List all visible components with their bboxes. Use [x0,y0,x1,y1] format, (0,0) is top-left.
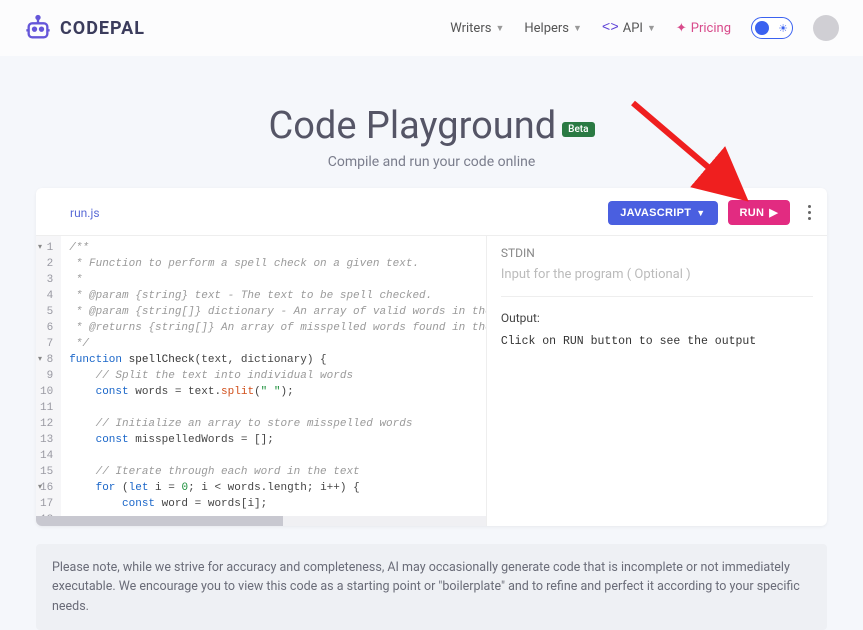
header: CODEPAL Writers ▼ Helpers ▼ <> API ▼ ✦ Pricin… [0,0,863,56]
avatar[interactable] [813,15,839,41]
language-label: JAVASCRIPT [620,207,691,219]
play-icon: ▶ [769,206,778,219]
line-gutter: 1▾2345678▾910111213141516▾171819202122 [36,236,61,526]
stdin-label: STDIN [501,246,813,260]
nav: Writers ▼ Helpers ▼ <> API ▼ ✦ Pricing ☀ [450,15,839,41]
chevron-down-icon: ▼ [696,208,705,218]
nav-api-label: API [623,21,643,36]
horizontal-scrollbar[interactable] [36,516,486,526]
braces-icon: <> [602,20,619,36]
run-button[interactable]: RUN ▶ [728,200,791,225]
stdin-input[interactable] [501,267,813,282]
io-panel: STDIN Output: Click on RUN button to see… [487,236,827,526]
divider [501,296,813,297]
disclaimer-note: Please note, while we strive for accurac… [36,544,827,630]
nav-pricing[interactable]: ✦ Pricing [676,21,731,36]
logo[interactable]: CODEPAL [24,14,145,42]
page-subtitle: Compile and run your code online [0,154,863,170]
output-label: Output: [501,311,813,325]
playground-panel: run.js JAVASCRIPT ▼ RUN ▶ 1▾2345678▾910111… [36,188,827,526]
file-tab[interactable]: run.js [70,206,100,220]
code-editor[interactable]: 1▾2345678▾910111213141516▾171819202122 /… [36,236,487,526]
toggle-knob [755,21,769,35]
output-text: Click on RUN button to see the output [501,335,813,348]
beta-badge: Beta [562,122,594,137]
nav-writers[interactable]: Writers ▼ [450,21,504,36]
robot-icon [24,14,52,42]
theme-toggle[interactable]: ☀ [751,17,793,39]
nav-api[interactable]: <> API ▼ [602,20,656,36]
scroll-thumb[interactable] [36,516,283,526]
nav-helpers[interactable]: Helpers ▼ [524,21,582,36]
code-area[interactable]: /** * Function to perform a spell check … [61,236,486,526]
run-label: RUN [740,207,765,219]
chevron-down-icon: ▼ [647,23,656,34]
nav-pricing-label: Pricing [691,21,731,36]
sparkle-icon: ✦ [676,21,687,36]
chevron-down-icon: ▼ [573,23,582,34]
page-title: Code Playground [268,104,556,148]
menu-button[interactable] [808,205,811,220]
nav-helpers-label: Helpers [524,21,569,36]
sun-icon: ☀ [778,22,788,35]
brand-text: CODEPAL [60,18,145,39]
chevron-down-icon: ▼ [495,23,504,34]
title-block: Code Playground Beta Compile and run your… [0,104,863,170]
panel-head: run.js JAVASCRIPT ▼ RUN ▶ [36,188,827,236]
nav-writers-label: Writers [450,21,491,36]
language-button[interactable]: JAVASCRIPT ▼ [608,201,717,225]
panel-body: 1▾2345678▾910111213141516▾171819202122 /… [36,236,827,526]
